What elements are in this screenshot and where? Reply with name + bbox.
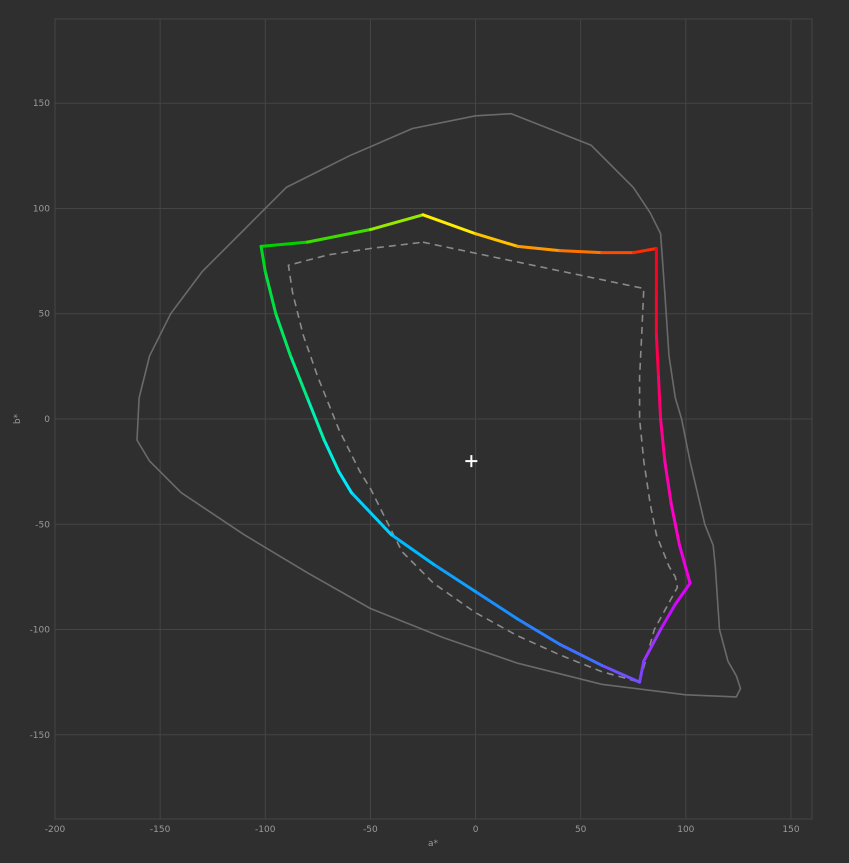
- gamut-segment: [274, 312, 293, 358]
- gamut-segment: [558, 249, 604, 255]
- x-tick-label: -100: [255, 825, 276, 835]
- x-tick-label: -50: [363, 825, 378, 835]
- x-tick-label: 100: [677, 825, 694, 835]
- x-tick-labels: -200 -150 -100 -50 0 50 100 150: [45, 825, 800, 835]
- gamut-segment: [663, 459, 673, 505]
- gamut-segment: [631, 246, 658, 255]
- series: [136, 112, 742, 698]
- reference-gamut-dashed: [287, 241, 679, 684]
- gamut-segment: [516, 617, 562, 646]
- spectral-locus-outline: [136, 112, 742, 698]
- gamut-segment: [642, 628, 663, 663]
- y-tick-label: 50: [39, 310, 51, 320]
- gamut-segment: [638, 659, 646, 684]
- x-tick-label: -200: [45, 825, 66, 835]
- gamut-segment: [349, 491, 393, 537]
- gamut-segment: [368, 213, 425, 232]
- gamut-segment: [289, 354, 309, 400]
- gamut-segment: [389, 533, 435, 566]
- y-tick-label: -100: [30, 626, 51, 636]
- gamut-segment: [659, 602, 677, 632]
- gamut-segment: [259, 240, 309, 248]
- gamut-segment: [678, 543, 692, 585]
- x-tick-label: 0: [473, 825, 479, 835]
- y-tick-labels: 150 100 50 0 -50 -100 -150: [30, 99, 51, 741]
- gamut-segment: [263, 270, 278, 316]
- x-tick-label: 50: [575, 825, 587, 835]
- gamut-segment: [305, 228, 372, 244]
- y-tick-label: 0: [44, 415, 50, 425]
- grid: [54, 18, 813, 820]
- gamut-segment: [322, 438, 341, 474]
- gamut-segment: [259, 244, 267, 274]
- y-tick-label: -150: [30, 731, 51, 741]
- gamut-segment: [654, 333, 660, 379]
- gamut-segment: [659, 417, 667, 463]
- gamut-segment: [656, 375, 663, 421]
- gamut-segment: [421, 213, 478, 236]
- x-tick-label: -150: [150, 825, 171, 835]
- y-axis-label: b*: [13, 413, 23, 424]
- lab-gamut-chart: -200 -150 -100 -50 0 50 100 150 150 100 50 0 -50 -10…: [13, 18, 813, 849]
- gamut-segment: [474, 232, 520, 248]
- gamut-segment: [474, 590, 520, 621]
- x-tick-label: 150: [782, 825, 799, 835]
- x-axis-label: a*: [428, 839, 439, 849]
- y-tick-label: 150: [33, 99, 50, 109]
- y-tick-label: -50: [35, 520, 50, 530]
- gamut-segment: [516, 244, 562, 253]
- y-tick-label: 100: [33, 204, 50, 214]
- gamut-segment: [337, 470, 353, 495]
